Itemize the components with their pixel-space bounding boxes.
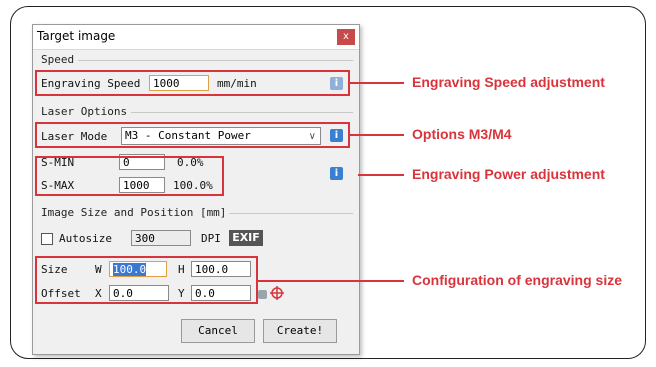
exif-label: EXIF [232, 231, 260, 244]
dpi-input[interactable]: 300 [131, 230, 191, 246]
power-annotation: Engraving Power adjustment [412, 166, 605, 182]
power-connector [358, 174, 404, 176]
laser-separator [131, 112, 353, 113]
speed-separator [78, 60, 353, 61]
image-separator [229, 213, 353, 214]
laser-options-section-label: Laser Options [41, 105, 128, 118]
cancel-button-label: Cancel [198, 324, 238, 337]
power-highlight-box [35, 156, 224, 196]
autosize-checkbox[interactable] [41, 233, 53, 245]
power-info-button[interactable]: i [330, 167, 343, 180]
speed-highlight-box [35, 70, 350, 96]
options-annotation: Options M3/M4 [412, 126, 512, 142]
size-highlight-box [35, 256, 258, 304]
cancel-button[interactable]: Cancel [181, 319, 255, 343]
lock-icon[interactable] [258, 290, 267, 299]
laser-mode-highlight-box [35, 122, 350, 148]
size-annotation: Configuration of engraving size [412, 272, 623, 288]
options-connector [350, 134, 404, 136]
dpi-label: DPI [201, 232, 221, 245]
title-bar: Target image x [33, 25, 359, 50]
size-connector [258, 280, 404, 282]
image-size-section-label: Image Size and Position [mm] [41, 206, 227, 219]
dialog-title: Target image [37, 29, 116, 43]
close-icon: x [343, 31, 349, 42]
speed-annotation: Engraving Speed adjustment [412, 74, 605, 90]
info-icon: i [334, 168, 339, 179]
close-button[interactable]: x [337, 29, 355, 45]
crosshair-icon[interactable] [270, 286, 284, 300]
create-button-label: Create! [276, 324, 324, 337]
autosize-label: Autosize [59, 232, 112, 245]
exif-button[interactable]: EXIF [229, 230, 263, 246]
create-button[interactable]: Create! [263, 319, 337, 343]
speed-section-label: Speed [41, 53, 75, 66]
speed-connector [350, 82, 404, 84]
